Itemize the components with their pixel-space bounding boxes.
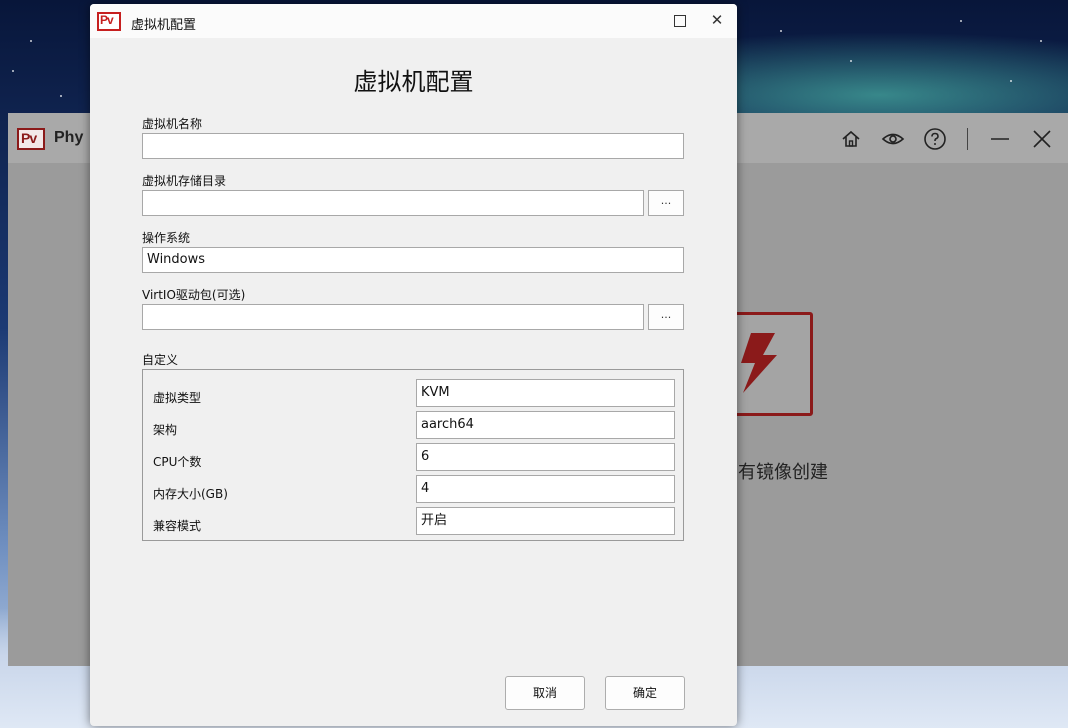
virt-type-input[interactable]: KVM [416, 379, 675, 407]
memory-size-input[interactable]: 4 [416, 475, 675, 503]
star [1040, 40, 1042, 42]
app-logo: Pv [17, 128, 45, 150]
star [1010, 80, 1012, 82]
dialog-logo-text: Pv [100, 13, 114, 27]
compat-mode-label: 兼容模式 [153, 519, 202, 533]
help-icon[interactable] [919, 125, 951, 153]
storage-browse-button[interactable]: ... [648, 190, 684, 216]
app-logo-text: Pv [21, 130, 37, 146]
custom-settings-group: 虚拟类型 KVM 架构 aarch64 CPU个数 6 内存大小(GB) 4 兼… [142, 369, 684, 541]
cpu-count-input[interactable]: 6 [416, 443, 675, 471]
cpu-count-label: CPU个数 [153, 455, 202, 469]
maximize-icon[interactable] [673, 14, 687, 28]
arch-label: 架构 [153, 423, 178, 437]
virtio-browse-button[interactable]: ... [648, 304, 684, 330]
empty-state-text: 有镜像创建 [738, 462, 828, 483]
vm-config-dialog: Pv 虚拟机配置 ✕ 虚拟机配置 虚拟机名称 虚拟机存储目录 ... 操作系统 … [90, 4, 737, 726]
memory-size-label: 内存大小(GB) [153, 487, 228, 501]
dialog-heading: 虚拟机配置 [353, 68, 474, 96]
virtio-input[interactable] [142, 304, 644, 330]
minimize-icon[interactable] [984, 125, 1016, 153]
app-window-controls [835, 125, 1058, 153]
os-input[interactable]: Windows [142, 247, 684, 273]
vm-storage-input[interactable] [142, 190, 644, 216]
vm-name-label: 虚拟机名称 [142, 117, 203, 131]
ok-button[interactable]: 确定 [605, 676, 685, 710]
custom-group-label: 自定义 [142, 353, 179, 367]
app-title: Phy [54, 129, 84, 146]
star [780, 30, 782, 32]
star [12, 70, 14, 72]
dialog-logo: Pv [97, 12, 121, 31]
flash-icon [733, 312, 813, 416]
dialog-window-title: 虚拟机配置 [131, 18, 197, 33]
vm-name-input[interactable] [142, 133, 684, 159]
cancel-button[interactable]: 取消 [505, 676, 585, 710]
arch-input[interactable]: aarch64 [416, 411, 675, 439]
virt-type-label: 虚拟类型 [153, 391, 202, 405]
home-icon[interactable] [835, 125, 867, 153]
compat-mode-input[interactable]: 开启 [416, 507, 675, 535]
eye-icon[interactable] [877, 125, 909, 153]
star [960, 20, 962, 22]
os-label: 操作系统 [142, 231, 191, 245]
star [850, 60, 852, 62]
star [60, 95, 62, 97]
toolbar-separator [967, 128, 968, 150]
dialog-titlebar: Pv 虚拟机配置 ✕ [90, 4, 737, 38]
close-icon[interactable]: ✕ [707, 10, 727, 30]
virtio-label: VirtIO驱动包(可选) [142, 288, 246, 302]
close-icon[interactable] [1026, 125, 1058, 153]
star [30, 40, 32, 42]
vm-storage-label: 虚拟机存储目录 [142, 174, 227, 188]
